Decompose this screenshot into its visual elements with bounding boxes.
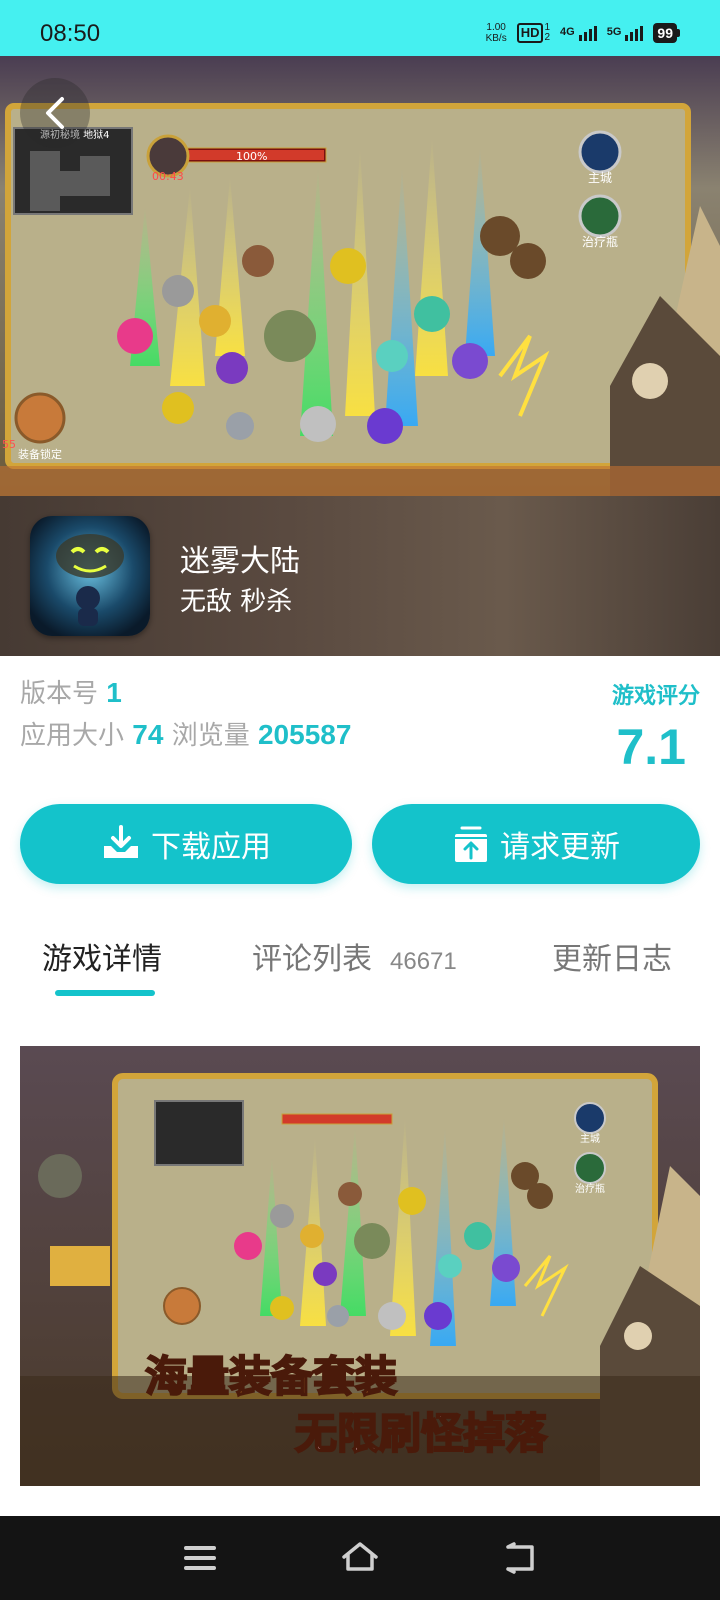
status-icons: 1.00 KB/s HD 1 2 4G 5G 99 <box>486 22 680 44</box>
status-bar: 08:50 1.00 KB/s HD 1 2 4G 5G 99 <box>0 0 720 56</box>
svg-text:100%: 100% <box>236 150 267 163</box>
rating-label: 游戏评分 <box>611 684 700 709</box>
tab-game-details[interactable]: 游戏详情 <box>42 934 162 978</box>
app-info: 版本号 1 应用大小 74 浏览量 205587 游戏评分 7.1 <box>20 672 700 782</box>
return-icon <box>506 1542 534 1574</box>
svg-text:主城: 主城 <box>580 1133 600 1145</box>
app-tags: 无敌 秒杀 <box>180 587 293 617</box>
rating-value: 7.1 <box>616 719 686 775</box>
hd-icon: HD 1 2 <box>516 23 550 43</box>
system-nav-bar <box>0 1516 720 1600</box>
download-tray-icon <box>104 825 138 858</box>
comments-count: 46671 <box>390 948 457 975</box>
svg-text:无限刷怪掉落: 无限刷怪掉落 <box>295 1409 548 1458</box>
version-row: 版本号 1 <box>20 677 122 709</box>
views-value: 205587 <box>257 719 352 750</box>
request-update-button[interactable]: 请求更新 <box>372 804 700 884</box>
app-icon <box>30 516 150 636</box>
battery-icon: 99 <box>653 23 680 43</box>
hero-banner: 源初秘境 地狱4 00:43 100% 主城 治疗瓶 装备锁定 55 迷雾大陆 … <box>0 56 720 656</box>
size-views-row: 应用大小 74 浏览量 205587 <box>20 719 352 751</box>
svg-text:主城: 主城 <box>588 171 612 185</box>
download-button[interactable]: 下载应用 <box>20 804 352 884</box>
network-speed: 1.00 KB/s <box>485 22 507 44</box>
back-arrow-icon <box>46 97 64 129</box>
svg-text:海量装备套装: 海量装备套装 <box>145 1352 397 1401</box>
svg-text:00:43: 00:43 <box>152 170 184 183</box>
svg-text:55: 55 <box>2 438 16 451</box>
system-back-button[interactable] <box>498 1538 542 1578</box>
status-time: 08:50 <box>40 20 101 47</box>
tab-comments[interactable]: 评论列表 46671 <box>252 934 457 978</box>
game-artwork: 源初秘境 地狱4 00:43 100% 主城 治疗瓶 装备锁定 55 <box>0 56 720 496</box>
signal-4g-icon: 4G <box>560 25 597 41</box>
version-value: 1 <box>106 677 122 708</box>
home-button[interactable] <box>338 1538 382 1578</box>
game-screenshot[interactable]: 主城 治疗瓶 海量装备套装 无限刷怪掉落 <box>20 1046 700 1486</box>
app-name: 迷雾大陆 <box>180 544 300 579</box>
svg-text:治疗瓶: 治疗瓶 <box>575 1182 605 1195</box>
svg-text:治疗瓶: 治疗瓶 <box>582 235 618 249</box>
back-button[interactable] <box>20 78 90 148</box>
home-icon <box>342 1542 378 1571</box>
menu-lines-icon <box>184 1546 216 1570</box>
size-value: 74 <box>132 719 164 750</box>
upload-box-icon <box>455 826 487 862</box>
tab-changelog[interactable]: 更新日志 <box>552 934 672 978</box>
tab-indicator <box>55 990 155 996</box>
svg-text:装备锁定: 装备锁定 <box>18 447 62 461</box>
detail-tabs: 游戏详情 评论列表 46671 更新日志 <box>0 920 720 1000</box>
recent-apps-button[interactable] <box>178 1538 222 1578</box>
signal-5g-icon: 5G <box>607 25 644 41</box>
